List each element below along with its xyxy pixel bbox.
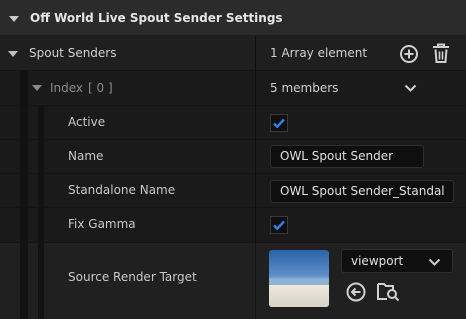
index-value: [ 0 ] xyxy=(88,81,113,95)
checkmark-icon xyxy=(273,118,285,129)
checkmark-icon xyxy=(273,220,285,231)
spout-senders-label: Spout Senders xyxy=(29,46,117,60)
section-title: Off World Live Spout Sender Settings xyxy=(30,11,283,25)
source-render-target-label: Source Render Target xyxy=(68,270,197,284)
property-row-fix-gamma: Fix Gamma xyxy=(0,208,466,243)
render-target-value: viewport xyxy=(351,254,404,268)
index-label: Index xyxy=(50,81,84,95)
fix-gamma-label: Fix Gamma xyxy=(68,217,136,231)
section-header[interactable]: Off World Live Spout Sender Settings xyxy=(0,0,466,36)
browse-icon[interactable] xyxy=(376,280,400,302)
chevron-down-icon xyxy=(428,258,441,266)
column-separator[interactable] xyxy=(255,36,256,243)
array-count: 1 Array element xyxy=(270,46,368,60)
active-checkbox[interactable] xyxy=(270,114,288,132)
property-row-name: Name OWL Spout Sender xyxy=(0,140,466,174)
use-selected-icon[interactable] xyxy=(345,281,367,303)
collapse-arrow-icon[interactable] xyxy=(9,16,19,22)
name-label: Name xyxy=(68,149,104,163)
property-row-active: Active xyxy=(0,106,466,140)
name-field[interactable]: OWL Spout Sender xyxy=(270,145,424,168)
standalone-name-label: Standalone Name xyxy=(68,183,176,197)
property-row-standalone-name: Standalone Name OWL Spout Sender_Standal xyxy=(0,174,466,208)
expand-arrow-icon[interactable] xyxy=(8,51,18,57)
expand-arrow-icon[interactable] xyxy=(32,85,42,91)
standalone-name-field[interactable]: OWL Spout Sender_Standal xyxy=(270,180,454,203)
spout-senders-row: Spout Senders 1 Array element xyxy=(0,36,466,71)
active-label: Active xyxy=(68,115,106,129)
members-count: 5 members xyxy=(270,81,339,95)
add-icon[interactable] xyxy=(399,44,419,64)
index-row: Index [ 0 ] 5 members xyxy=(0,71,466,106)
chevron-down-icon[interactable] xyxy=(404,83,417,93)
render-target-combo[interactable]: viewport xyxy=(341,249,453,273)
trash-icon[interactable] xyxy=(432,43,450,64)
render-target-thumbnail[interactable] xyxy=(269,250,329,307)
fix-gamma-checkbox[interactable] xyxy=(270,216,288,234)
